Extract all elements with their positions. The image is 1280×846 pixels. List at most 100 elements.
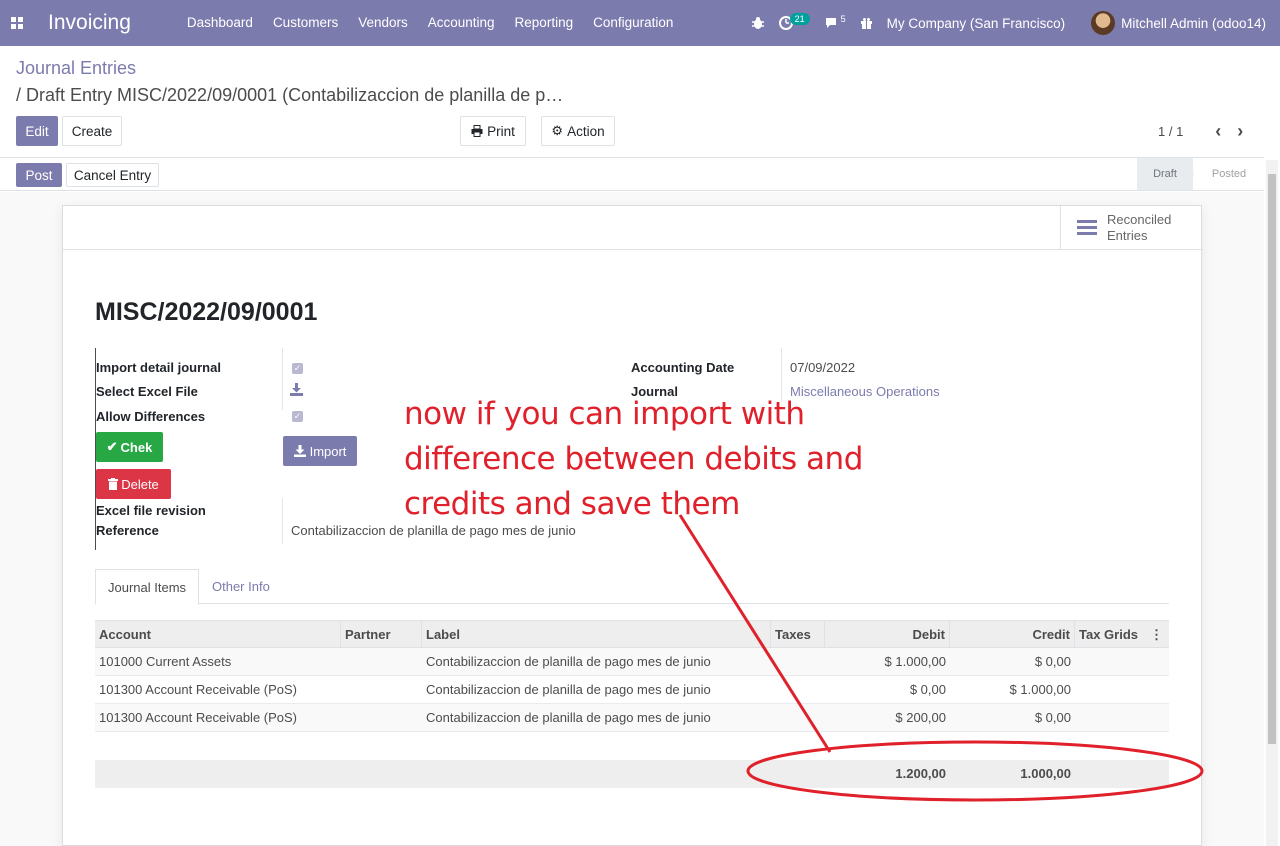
menu-accounting[interactable]: Accounting (418, 0, 505, 46)
user-avatar (1091, 11, 1116, 35)
reconciled-entries-label: Reconciled Entries (1107, 211, 1172, 243)
annotation-text: now if you can import with difference be… (404, 396, 863, 522)
messages-icon[interactable]: 5 (824, 14, 846, 30)
journal-items-table: Account Partner Label Taxes Debit Credit… (95, 620, 1169, 788)
cell-debit: $ 200,00 (895, 710, 946, 725)
table-row[interactable]: 101300 Account Receivable (PoS) Contabil… (95, 704, 1169, 732)
scrollbar[interactable] (1266, 160, 1278, 846)
table-row[interactable]: 101300 Account Receivable (PoS) Contabil… (95, 676, 1169, 704)
import-button[interactable]: Import (283, 436, 357, 466)
activity-badge: 21 (789, 13, 810, 25)
menu-customers[interactable]: Customers (263, 0, 348, 46)
import-icon (293, 445, 306, 457)
list-icon (1077, 217, 1097, 238)
print-label: Print (487, 123, 515, 139)
breadcrumb: Journal Entries / Draft Entry MISC/2022/… (16, 58, 716, 106)
gift-icon[interactable] (860, 17, 873, 30)
scrollbar-thumb[interactable] (1268, 174, 1276, 744)
header-account[interactable]: Account (95, 621, 341, 648)
import-detail-journal-checkbox[interactable]: ✓ (292, 363, 303, 374)
chek-button[interactable]: ✔ Chek (96, 432, 163, 462)
cancel-entry-button[interactable]: Cancel Entry (66, 163, 159, 187)
column-options-icon[interactable]: ⋮ (1150, 621, 1163, 648)
check-icon: ✔ (106, 439, 118, 454)
cell-account: 101300 Account Receivable (PoS) (99, 682, 298, 697)
edit-button[interactable]: Edit (16, 116, 58, 146)
top-navbar: Invoicing Dashboard Customers Vendors Ac… (0, 0, 1280, 46)
menu-configuration[interactable]: Configuration (583, 0, 683, 46)
cell-account: 101300 Account Receivable (PoS) (99, 710, 298, 725)
menu-reporting[interactable]: Reporting (505, 0, 584, 46)
excel-file-revision-label: Excel file revision (96, 503, 206, 518)
main-menu: Dashboard Customers Vendors Accounting R… (177, 0, 684, 46)
table-footer: 1.200,00 1.000,00 (95, 760, 1169, 788)
create-button[interactable]: Create (62, 116, 122, 146)
table-row[interactable]: 101000 Current Assets Contabilizaccion d… (95, 648, 1169, 676)
stage-arrow-icon (1186, 158, 1194, 190)
button-box: Reconciled Entries (63, 206, 1203, 250)
cell-credit: $ 0,00 (1034, 710, 1071, 725)
print-button[interactable]: Print (460, 116, 526, 146)
bug-icon[interactable] (751, 16, 765, 30)
cell-credit: $ 0,00 (1034, 654, 1071, 669)
tab-journal-items[interactable]: Journal Items (95, 569, 200, 605)
cell-label: Contabilizaccion de planilla de pago mes… (426, 654, 711, 669)
allow-differences-label: Allow Differences (96, 409, 206, 424)
apps-menu-icon[interactable] (0, 0, 34, 46)
reference-label: Reference (96, 523, 159, 538)
cell-credit: $ 1.000,00 (1009, 682, 1071, 697)
cell-debit: $ 0,00 (909, 682, 946, 697)
menu-dashboard[interactable]: Dashboard (177, 0, 263, 46)
stage-posted[interactable]: Posted (1196, 158, 1262, 190)
header-taxes[interactable]: Taxes (771, 621, 825, 648)
accounting-date-label: Accounting Date (631, 360, 735, 375)
action-label: Action (567, 123, 605, 139)
chek-label: Chek (120, 439, 153, 455)
table-header: Account Partner Label Taxes Debit Credit… (95, 620, 1169, 648)
cell-account: 101000 Current Assets (99, 654, 232, 669)
reconciled-entries-button[interactable]: Reconciled Entries (1060, 206, 1203, 249)
delete-button[interactable]: Delete (96, 469, 171, 499)
record-title: MISC/2022/09/0001 (95, 298, 318, 326)
tab-other-info[interactable]: Other Info (200, 569, 282, 604)
import-label: Import (309, 443, 347, 459)
post-button[interactable]: Post (16, 163, 62, 187)
download-icon[interactable] (290, 383, 303, 399)
header-partner[interactable]: Partner (341, 621, 422, 648)
accounting-date-value[interactable]: 07/09/2022 (790, 360, 855, 375)
action-button[interactable]: ⚙ Action (541, 116, 615, 146)
import-detail-journal-label: Import detail journal (96, 360, 221, 375)
total-debit: 1.200,00 (895, 766, 946, 781)
pager-previous-icon[interactable]: ‹ (1215, 121, 1221, 142)
header-tax-grids[interactable]: Tax Grids ⋮ (1075, 621, 1169, 648)
total-credit: 1.000,00 (1020, 766, 1071, 781)
breadcrumb-journal-entries[interactable]: Journal Entries (16, 58, 716, 79)
cell-label: Contabilizaccion de planilla de pago mes… (426, 682, 711, 697)
cell-debit: $ 1.000,00 (884, 654, 946, 669)
allow-differences-checkbox[interactable]: ✓ (292, 411, 303, 422)
menu-vendors[interactable]: Vendors (348, 0, 418, 46)
gear-icon: ⚙ (551, 123, 564, 138)
select-excel-file-label: Select Excel File (96, 384, 198, 399)
user-name: Mitchell Admin (odoo14) (1121, 15, 1266, 31)
user-menu[interactable]: Mitchell Admin (odoo14) (1091, 11, 1266, 35)
activity-clock-icon[interactable]: 21 (778, 13, 810, 30)
pager: 1 / 1 ‹ › (1150, 120, 1280, 142)
header-debit[interactable]: Debit (825, 621, 950, 648)
cell-label: Contabilizaccion de planilla de pago mes… (426, 710, 711, 725)
header-credit[interactable]: Credit (950, 621, 1075, 648)
systray: 21 5 My Company (San Francisco) Mitchell… (751, 0, 1280, 46)
delete-label: Delete (121, 476, 159, 492)
header-label[interactable]: Label (422, 621, 771, 648)
trash-icon (108, 478, 119, 490)
app-brand[interactable]: Invoicing (48, 11, 131, 35)
stage-draft[interactable]: Draft (1137, 158, 1193, 190)
pager-next-icon[interactable]: › (1237, 121, 1243, 142)
breadcrumb-current: / Draft Entry MISC/2022/09/0001 (Contabi… (16, 85, 564, 105)
notebook-tabs: Journal Items Other Info (95, 569, 1169, 605)
status-bar: Post Cancel Entry Draft Posted (0, 157, 1264, 191)
print-icon (471, 125, 483, 137)
messages-badge: 5 (840, 14, 846, 24)
pager-value[interactable]: 1 / 1 (1158, 124, 1183, 139)
company-switcher[interactable]: My Company (San Francisco) (887, 16, 1066, 31)
